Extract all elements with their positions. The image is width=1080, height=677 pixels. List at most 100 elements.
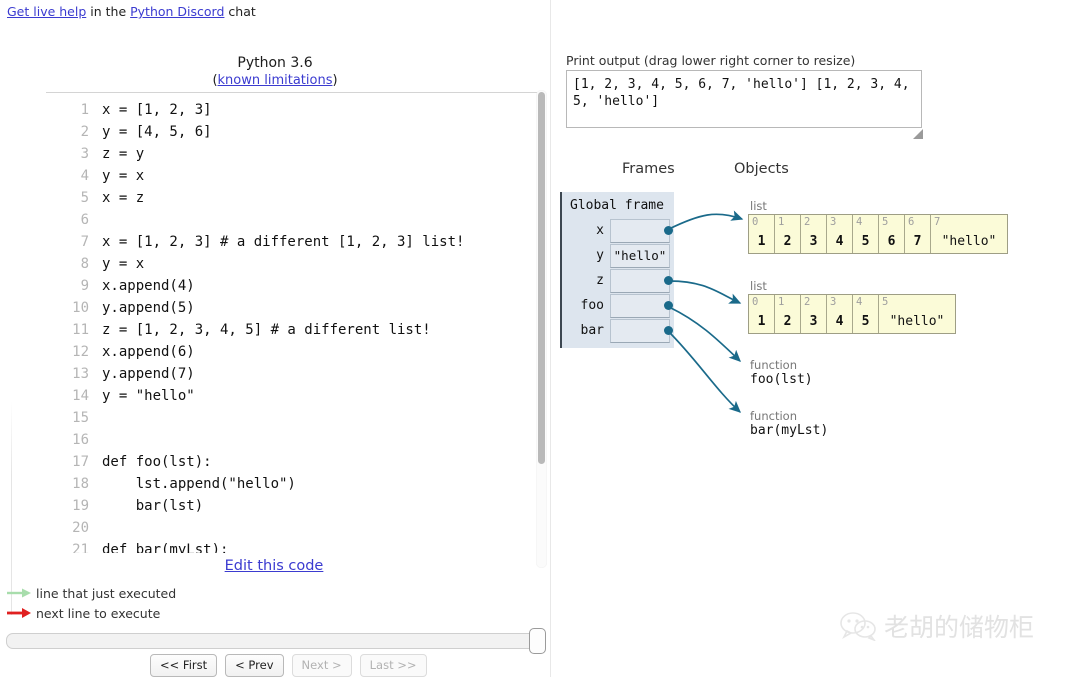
code-line-number: 9 (80, 278, 89, 294)
code-line[interactable]: 14 y = "hello" (46, 387, 465, 409)
code-line[interactable]: 13 y.append(7) (46, 365, 465, 387)
list-cell: 34 (827, 215, 853, 253)
python-version-label: Python 3.6 (237, 55, 313, 71)
list-cell-value: "hello" (889, 314, 945, 329)
code-line-number: 7 (80, 234, 89, 250)
help-bar: Get live help in the Python Discord chat (7, 4, 256, 19)
heap-list-object: 0 1 1 2 2 3 3 4 4 5 5 "hello" (748, 294, 956, 334)
code-line-number: 17 (72, 454, 89, 470)
step-slider-thumb[interactable] (529, 628, 546, 654)
help-bar-tail-text: chat (224, 4, 256, 19)
pointer-dot (664, 276, 673, 285)
green-arrow-icon (7, 588, 31, 598)
frames-heading: Frames (622, 161, 675, 177)
frame-variable-value (610, 268, 670, 293)
code-line[interactable]: 5 x = z (46, 189, 465, 211)
function-type-label: function (750, 409, 797, 423)
pane-divider (550, 0, 551, 677)
print-output-textarea[interactable]: [1, 2, 3, 4, 5, 6, 7, 'hello'] [1, 2, 3,… (566, 70, 922, 128)
code-line-text: z = [1, 2, 3, 4, 5] # a different list! (102, 322, 431, 338)
code-line-number: 12 (72, 344, 89, 360)
code-line[interactable]: 18 lst.append("hello") (46, 475, 465, 497)
list-cell-index: 4 (856, 216, 863, 228)
print-output-label: Print output (drag lower right corner to… (566, 53, 856, 68)
first-button[interactable]: << First (150, 654, 218, 677)
code-line[interactable]: 8 y = x (46, 255, 465, 277)
wechat-icon (840, 612, 876, 641)
code-line[interactable]: 10 y.append(5) (46, 299, 465, 321)
list-cell-value: 3 (809, 314, 818, 329)
code-line[interactable]: 16 (46, 431, 465, 453)
list-cell: 67 (905, 215, 931, 253)
list-cell: 45 (853, 295, 879, 333)
code-line[interactable]: 15 (46, 409, 465, 431)
code-scrollbar-thumb[interactable] (538, 92, 545, 464)
global-frame-title: Global frame (570, 198, 664, 213)
frame-variable-name: foo (580, 298, 604, 313)
code-line-text: def foo(lst): (102, 454, 212, 470)
python-discord-link[interactable]: Python Discord (130, 4, 224, 19)
code-line[interactable]: 17 def foo(lst): (46, 453, 465, 475)
step-slider-track[interactable] (6, 633, 538, 649)
prev-button[interactable]: < Prev (225, 654, 284, 677)
frame-variable-row: x (560, 218, 670, 243)
heap-function-object: function bar(myLst) (750, 409, 828, 439)
code-line-text: x = [1, 2, 3] (102, 102, 212, 118)
list-cell-value: 4 (835, 314, 844, 329)
heap-function-object: function foo(lst) (750, 358, 813, 388)
get-live-help-link[interactable]: Get live help (7, 4, 86, 19)
list-cell-value: "hello" (941, 234, 997, 249)
code-line[interactable]: 19 bar(lst) (46, 497, 465, 519)
code-line[interactable]: 20 (46, 519, 465, 541)
code-line[interactable]: 2 y = [4, 5, 6] (46, 123, 465, 145)
code-line-number: 20 (72, 520, 89, 536)
watermark-text: 老胡的储物柜 (884, 613, 1035, 642)
code-line[interactable]: 6 (46, 211, 465, 233)
resize-grip-icon[interactable] (913, 129, 923, 139)
arrow-foo-to-function-foo (668, 306, 741, 362)
code-line-text: x.append(6) (102, 344, 195, 360)
code-line[interactable]: 4 y = x (46, 167, 465, 189)
code-line-text (101, 431, 465, 453)
list-cell-value: 2 (783, 314, 792, 329)
legend-row-next-line: next line to execute (6, 604, 176, 622)
code-line-number: 21 (72, 542, 89, 553)
code-line[interactable]: 9 x.append(4) (46, 277, 465, 299)
legend-label-next-line: next line to execute (36, 605, 161, 621)
list-cell-index: 4 (856, 296, 863, 308)
step-navigation: << First < Prev Next > Last >> (150, 654, 427, 677)
list-cell-value: 3 (809, 234, 818, 249)
code-line-text: y = "hello" (102, 388, 195, 404)
edit-this-code-link[interactable]: Edit this code (225, 558, 324, 574)
execution-legend: line that just executed next line to exe… (6, 584, 176, 624)
code-line[interactable]: 21 def bar(myLst): (46, 541, 465, 553)
frame-variable-name: y (596, 248, 604, 263)
list-cell: 01 (749, 215, 775, 253)
code-line-text: lst.append("hello") (102, 476, 296, 492)
code-line-text: x = [1, 2, 3] # a different [1, 2, 3] li… (102, 234, 465, 250)
code-line-text: x.append(4) (102, 278, 195, 294)
frame-variable-value (610, 318, 670, 343)
frame-variable-row: z (560, 268, 670, 293)
list-cell: 12 (775, 215, 801, 253)
list-cell-index: 3 (830, 216, 837, 228)
code-line[interactable]: 1 x = [1, 2, 3] (46, 101, 465, 123)
code-line[interactable]: 11 z = [1, 2, 3, 4, 5] # a different list… (46, 321, 465, 343)
heap-list-object: 0 1 1 2 2 3 3 4 4 5 5 6 6 7 7 "hello" (748, 214, 1008, 254)
last-button: Last >> (359, 654, 427, 677)
list-cell-index: 1 (778, 296, 785, 308)
code-line-text (101, 519, 465, 541)
code-line-text (101, 409, 465, 431)
code-viewer[interactable]: 1 x = [1, 2, 3] 2 y = [4, 5, 6] 3 z = y 4 y = x… (46, 92, 538, 553)
list-cell-index: 1 (778, 216, 785, 228)
code-line[interactable]: 12 x.append(6) (46, 343, 465, 365)
frame-variable-row: bar (560, 318, 670, 343)
pointer-dot (664, 226, 673, 235)
code-line-number: 2 (80, 124, 89, 140)
list-cell-value: 5 (861, 234, 870, 249)
code-line[interactable]: 7 x = [1, 2, 3] # a different [1, 2, 3] l… (46, 233, 465, 255)
list-cell: 56 (879, 215, 905, 253)
known-limitations-link[interactable]: known limitations (218, 73, 333, 88)
code-line[interactable]: 3 z = y (46, 145, 465, 167)
function-signature: bar(myLst) (750, 423, 829, 438)
